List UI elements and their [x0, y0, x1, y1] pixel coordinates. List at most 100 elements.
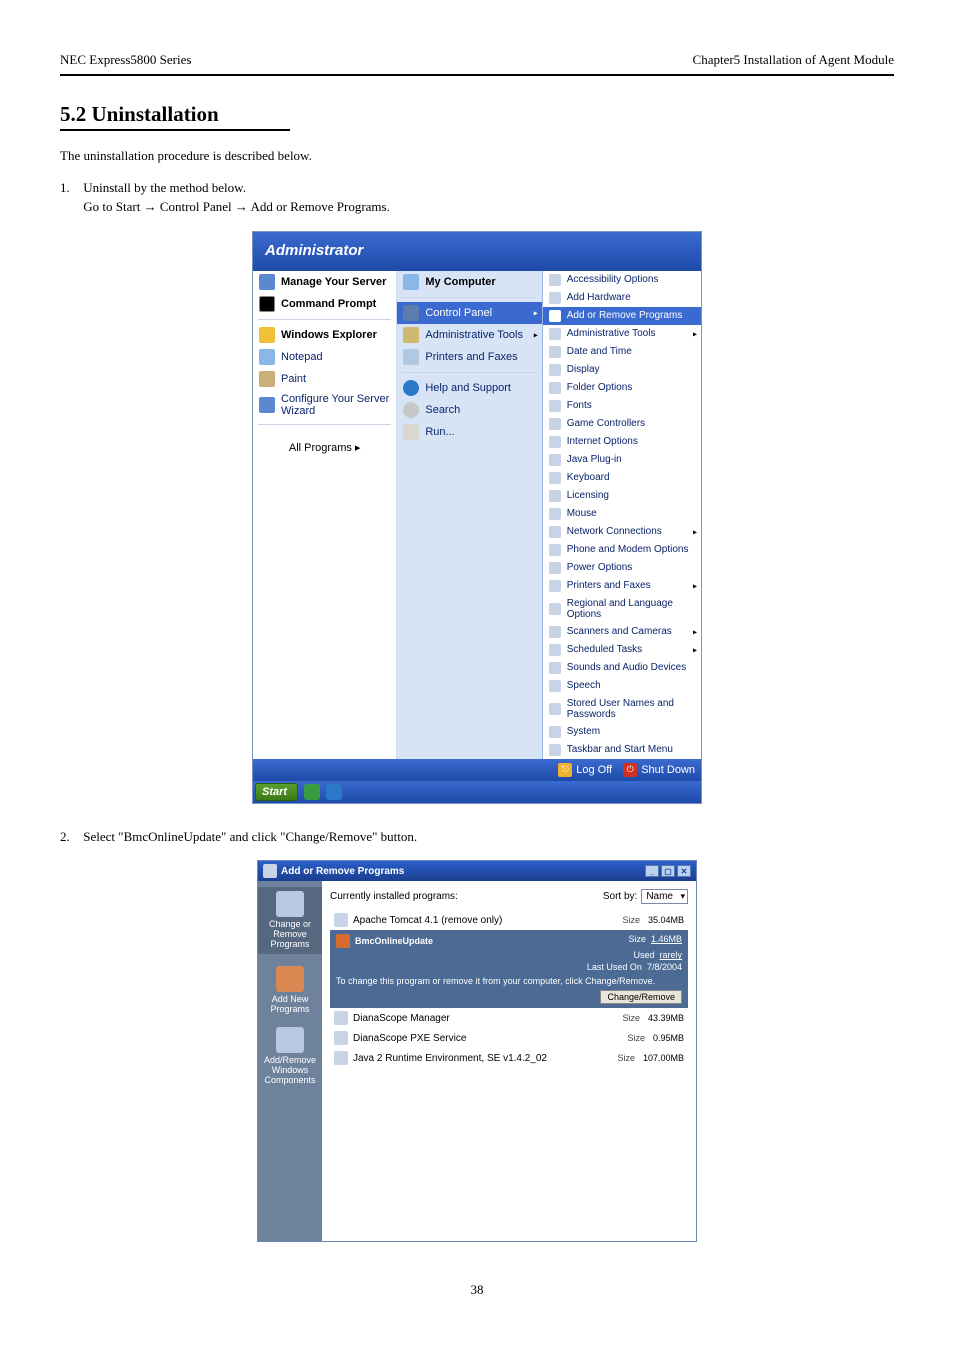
maximize-button[interactable]: ▢: [661, 865, 675, 877]
submenu-item-icon: [549, 703, 561, 715]
header-left: NEC Express5800 Series: [60, 52, 191, 68]
cp-sub-folder-options[interactable]: Folder Options: [543, 379, 701, 397]
program-name: DianaScope Manager: [353, 1013, 450, 1024]
page-number: 38: [60, 1282, 894, 1298]
submenu-item-icon: [549, 274, 561, 286]
step-number-2: 2.: [60, 828, 80, 847]
program-icon: [334, 913, 348, 927]
cp-sub-power-options[interactable]: Power Options: [543, 559, 701, 577]
sm-help-and-support[interactable]: Help and Support: [397, 377, 541, 399]
cp-sub-fonts[interactable]: Fonts: [543, 397, 701, 415]
program-row[interactable]: Apache Tomcat 4.1 (remove only)Size35.04…: [330, 910, 688, 930]
cp-sub-sounds-and-audio-devices[interactable]: Sounds and Audio Devices: [543, 659, 701, 677]
sm-search[interactable]: Search: [397, 399, 541, 421]
cp-sub-licensing[interactable]: Licensing: [543, 487, 701, 505]
change-remove-button[interactable]: Change/Remove: [600, 990, 682, 1004]
paint-icon: [259, 371, 275, 387]
chevron-right-icon: ▸: [693, 329, 697, 338]
program-row[interactable]: DianaScope ManagerSize43.39MB: [330, 1008, 688, 1028]
arp-sidebar: Change or Remove Programs Add New Program…: [258, 881, 322, 1241]
taskbar: Start: [253, 781, 701, 803]
intro-text: The uninstallation procedure is describe…: [60, 147, 894, 166]
submenu-item-icon: [549, 472, 561, 484]
minimize-button[interactable]: _: [645, 865, 659, 877]
program-name: Apache Tomcat 4.1 (remove only): [353, 915, 502, 926]
sm-manage-your-server[interactable]: Manage Your Server: [253, 271, 396, 293]
cp-sub-game-controllers[interactable]: Game Controllers: [543, 415, 701, 433]
cp-sub-mouse[interactable]: Mouse: [543, 505, 701, 523]
cp-sub-java-plug-in[interactable]: Java Plug-in: [543, 451, 701, 469]
arp-side-add-new-programs[interactable]: Add New Programs: [260, 966, 320, 1015]
sm-administrative-tools[interactable]: Administrative Tools▸: [397, 324, 541, 346]
submenu-item-icon: [549, 680, 561, 692]
sort-by-select[interactable]: Name: [641, 889, 688, 904]
cp-sub-stored-user-names-and-passwords[interactable]: Stored User Names and Passwords: [543, 695, 701, 723]
sm-paint[interactable]: Paint: [253, 368, 396, 390]
submenu-item-icon: [549, 562, 561, 574]
sm-notepad[interactable]: Notepad: [253, 346, 396, 368]
start-path-mid2: Add or Remove Programs.: [250, 199, 389, 214]
sm-printers-and-faxes[interactable]: Printers and Faxes: [397, 346, 541, 368]
submenu-item-icon: [549, 490, 561, 502]
sm-configure-your-server-wizard[interactable]: Configure Your Server Wizard: [253, 390, 396, 420]
start-menu-left-column: Manage Your Server Command Prompt Window…: [253, 271, 397, 759]
cp-sub-scheduled-tasks[interactable]: Scheduled Tasks▸: [543, 641, 701, 659]
log-off-button[interactable]: ⎋Log Off: [558, 763, 612, 777]
sm-command-prompt[interactable]: Command Prompt: [253, 293, 396, 315]
arp-side-icon: [276, 966, 304, 992]
cp-sub-system[interactable]: System: [543, 723, 701, 741]
program-row[interactable]: Java 2 Runtime Environment, SE v1.4.2_02…: [330, 1048, 688, 1068]
submenu-item-icon: [549, 364, 561, 376]
arp-side-change-or-remove-programs[interactable]: Change or Remove Programs: [258, 887, 322, 954]
cp-sub-internet-options[interactable]: Internet Options: [543, 433, 701, 451]
cp-sub-regional-and-language-options[interactable]: Regional and Language Options: [543, 595, 701, 623]
sm-windows-explorer[interactable]: Windows Explorer: [253, 324, 396, 346]
sm-run[interactable]: Run...: [397, 421, 541, 443]
cp-sub-network-connections[interactable]: Network Connections▸: [543, 523, 701, 541]
selected-program-row[interactable]: BmcOnlineUpdateSize 1.46MB Used rarely L…: [330, 930, 688, 1008]
program-icon: [334, 1031, 348, 1045]
cp-sub-speech[interactable]: Speech: [543, 677, 701, 695]
submenu-item-icon: [549, 603, 561, 615]
cp-sub-accessibility-options[interactable]: Accessibility Options: [543, 271, 701, 289]
window-icon: [263, 864, 277, 878]
sm-control-panel[interactable]: Control Panel▸: [397, 302, 541, 324]
cp-sub-phone-and-modem-options[interactable]: Phone and Modem Options: [543, 541, 701, 559]
search-icon: [403, 402, 419, 418]
cp-sub-printers-and-faxes[interactable]: Printers and Faxes▸: [543, 577, 701, 595]
cp-sub-display[interactable]: Display: [543, 361, 701, 379]
chevron-right-icon: ▸: [693, 627, 697, 636]
cp-sub-keyboard[interactable]: Keyboard: [543, 469, 701, 487]
taskbar-ie-icon[interactable]: [326, 784, 342, 800]
cp-sub-add-hardware[interactable]: Add Hardware: [543, 289, 701, 307]
arrow-icon: →: [144, 199, 157, 214]
cmd-icon: [259, 296, 275, 312]
program-icon: [334, 1051, 348, 1065]
currently-installed-label: Currently installed programs:: [330, 891, 458, 902]
arp-side-add-remove-windows-components[interactable]: Add/Remove Windows Components: [260, 1027, 320, 1086]
cp-sub-add-or-remove-programs[interactable]: Add or Remove Programs: [543, 307, 701, 325]
chevron-right-icon: ▸: [693, 581, 697, 590]
program-icon: [336, 934, 350, 948]
program-icon: [334, 1011, 348, 1025]
program-row[interactable]: DianaScope PXE ServiceSize0.95MB: [330, 1028, 688, 1048]
program-name: Java 2 Runtime Environment, SE v1.4.2_02: [353, 1053, 547, 1064]
shut-down-button[interactable]: ⏻Shut Down: [623, 763, 695, 777]
add-remove-programs-window: Add or Remove Programs _ ▢ ✕ Change or R…: [257, 860, 697, 1242]
admin-tools-icon: [403, 327, 419, 343]
submenu-item-icon: [549, 508, 561, 520]
taskbar-desktop-icon[interactable]: [304, 784, 320, 800]
submenu-item-icon: [549, 580, 561, 592]
chevron-right-icon: ▸: [534, 330, 538, 339]
cp-sub-date-and-time[interactable]: Date and Time: [543, 343, 701, 361]
step-2-text: Select "BmcOnlineUpdate" and click "Chan…: [83, 829, 417, 844]
chevron-right-icon: ▸: [693, 645, 697, 654]
cp-sub-scanners-and-cameras[interactable]: Scanners and Cameras▸: [543, 623, 701, 641]
start-button[interactable]: Start: [255, 783, 298, 801]
sm-all-programs[interactable]: All Programs ▸: [253, 429, 396, 464]
cp-sub-administrative-tools[interactable]: Administrative Tools▸: [543, 325, 701, 343]
sm-my-computer[interactable]: My Computer: [397, 271, 541, 293]
cp-sub-taskbar-and-start-menu[interactable]: Taskbar and Start Menu: [543, 741, 701, 759]
program-name: DianaScope PXE Service: [353, 1033, 466, 1044]
close-button[interactable]: ✕: [677, 865, 691, 877]
